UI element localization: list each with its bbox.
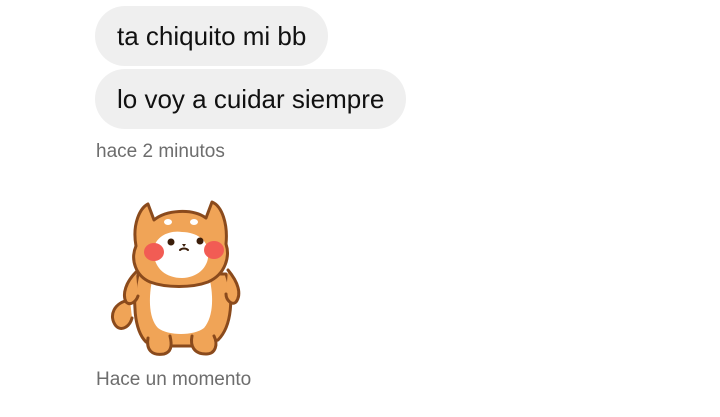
shiba-dog-sticker-icon[interactable] <box>96 190 266 362</box>
message-bubble[interactable]: lo voy a cuidar siempre <box>95 69 407 129</box>
sticker-image <box>111 200 241 356</box>
message-bubble[interactable]: ta chiquito mi bb <box>95 6 329 66</box>
message-text: lo voy a cuidar siempre <box>117 84 385 114</box>
message-text: ta chiquito mi bb <box>117 21 307 51</box>
message-timestamp: Hace un momento <box>96 369 252 390</box>
message-timestamp: hace 2 minutos <box>96 141 225 162</box>
